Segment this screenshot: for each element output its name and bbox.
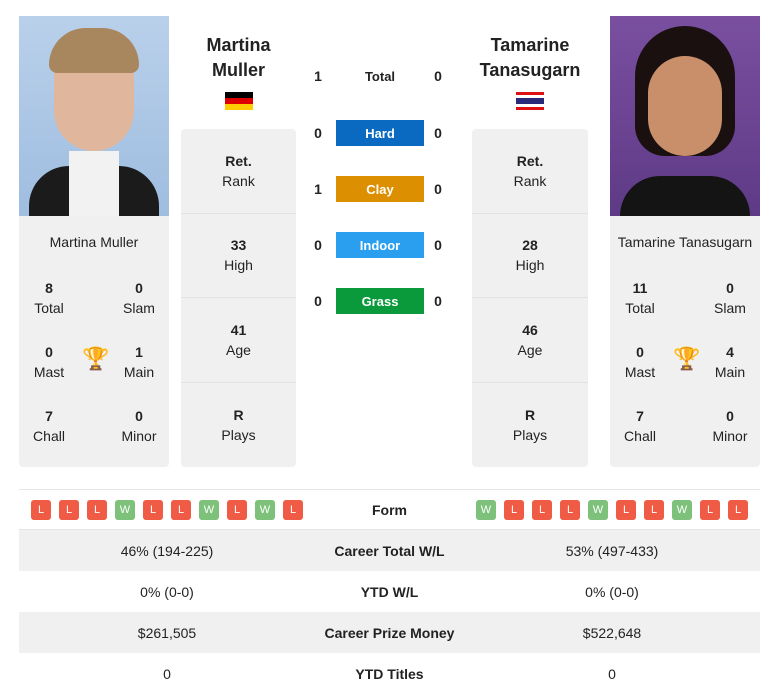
player2-value: 0 [608,665,616,682]
form-badge[interactable]: L [728,499,748,520]
h2h-clay: 1 Clay 0 [300,176,460,202]
right-count: 0 [434,293,442,309]
stat-mast: 0 Mast [33,344,65,380]
player1-value: $261,505 [137,624,197,641]
form-row: LLLWLLWLWL Form WLLLWLLWLL [19,489,760,530]
stat-mast: 0 Mast [624,344,656,380]
form-badge[interactable]: L [227,499,247,520]
form-badge[interactable]: L [283,499,303,520]
form-badge[interactable]: L [700,499,720,520]
row-label: Career Prize Money [324,624,455,641]
form-badge[interactable]: L [532,499,552,520]
player-card: Tamarine Tanasugarn 11 Total 0 Slam 0 Mast … [610,216,760,467]
row-label: YTD W/L [360,583,419,600]
form-badge[interactable]: L [560,499,580,520]
rank: Ret. Rank [181,129,296,214]
trophy-icon: 🏆 [82,346,110,371]
stat-total: 8 Total [34,280,64,316]
form-badge[interactable]: W [255,499,275,520]
surface-hard-button[interactable]: Hard [336,120,424,146]
form-badge[interactable]: L [616,499,636,520]
germany-flag-icon [225,92,253,110]
right-count: 0 [434,237,442,253]
form-badge[interactable]: W [115,499,135,520]
player-name: Martina Muller [49,234,139,250]
h2h-hard: 0 Hard 0 [300,120,460,146]
rank: Ret. Rank [472,129,588,214]
stat-main: 1 Main [123,344,155,380]
player-photo [19,16,169,216]
stat-row: $261,505 Career Prize Money $522,648 [19,612,760,653]
row-label: YTD Titles [355,665,424,682]
left-count: 0 [314,237,322,253]
player1-value: 0 [163,665,171,682]
player-title[interactable]: Tamarine Tanasugarn [472,33,588,83]
left-count: 0 [314,293,322,309]
trophy-icon: 🏆 [673,346,701,371]
stat-row: 0 YTD Titles 0 [19,653,760,694]
form-badge[interactable]: W [672,499,692,520]
form-badge[interactable]: L [87,499,107,520]
right-count: 0 [434,125,442,141]
form-badge[interactable]: L [59,499,79,520]
form-badge[interactable]: W [476,499,496,520]
rank-card: Ret. Rank 33 High 41 Age R Plays [181,129,296,467]
player2-value: 53% (497-433) [565,542,659,559]
player-title[interactable]: Martina Muller [181,33,296,83]
stat-minor: 0 Minor [712,408,748,444]
plays: R Plays [221,406,256,443]
surface-clay-button[interactable]: Clay [336,176,424,202]
h2h-indoor: 0 Indoor 0 [300,232,460,258]
stat-slam: 0 Slam [714,280,746,316]
surface-indoor-button[interactable]: Indoor [336,232,424,258]
form-badge[interactable]: W [199,499,219,520]
thailand-flag-icon [516,92,544,110]
form-badge[interactable]: W [588,499,608,520]
form-badge[interactable]: L [644,499,664,520]
form-badge[interactable]: L [143,499,163,520]
age: 46 Age [472,298,588,383]
high: 28 High [472,214,588,298]
stat-main: 4 Main [714,344,746,380]
form-badge[interactable]: L [171,499,191,520]
form-badge[interactable]: L [504,499,524,520]
stat-row: 0% (0-0) YTD W/L 0% (0-0) [19,571,760,612]
player1-form: LLLWLLWLWL [19,499,315,520]
player2-value: $522,648 [582,624,642,641]
player-name: Tamarine Tanasugarn [617,234,753,250]
surface-grass-button[interactable]: Grass [336,288,424,314]
player2-form: WLLLWLLWLL [464,499,760,520]
rank-card: Ret. Rank 28 High 46 Age R Plays [472,129,588,467]
left-count: 1 [314,181,322,197]
stat-minor: 0 Minor [121,408,157,444]
form-label: Form [372,501,407,518]
player1-value: 0% (0-0) [140,583,194,600]
stat-chall: 7 Chall [624,408,656,444]
row-label: Career Total W/L [334,542,445,559]
form-badge[interactable]: L [31,499,51,520]
h2h-total: 1 Total 0 [314,68,442,84]
stat-slam: 0 Slam [123,280,155,316]
age: 41 Age [181,298,296,383]
player2-value: 0% (0-0) [585,583,639,600]
stat-row: 46% (194-225) Career Total W/L 53% (497-43… [19,530,760,571]
player-card: Martina Muller 8 Total 0 Slam 0 Mast 🏆 1 Mai… [19,216,169,467]
stat-total: 11 Total [625,280,655,316]
high: 33 High [181,214,296,298]
player1-value: 46% (194-225) [120,542,214,559]
player-photo [610,16,760,216]
h2h-grass: 0 Grass 0 [300,288,460,314]
stat-chall: 7 Chall [33,408,65,444]
right-count: 0 [434,181,442,197]
left-count: 0 [314,125,322,141]
plays: R Plays [512,406,548,443]
